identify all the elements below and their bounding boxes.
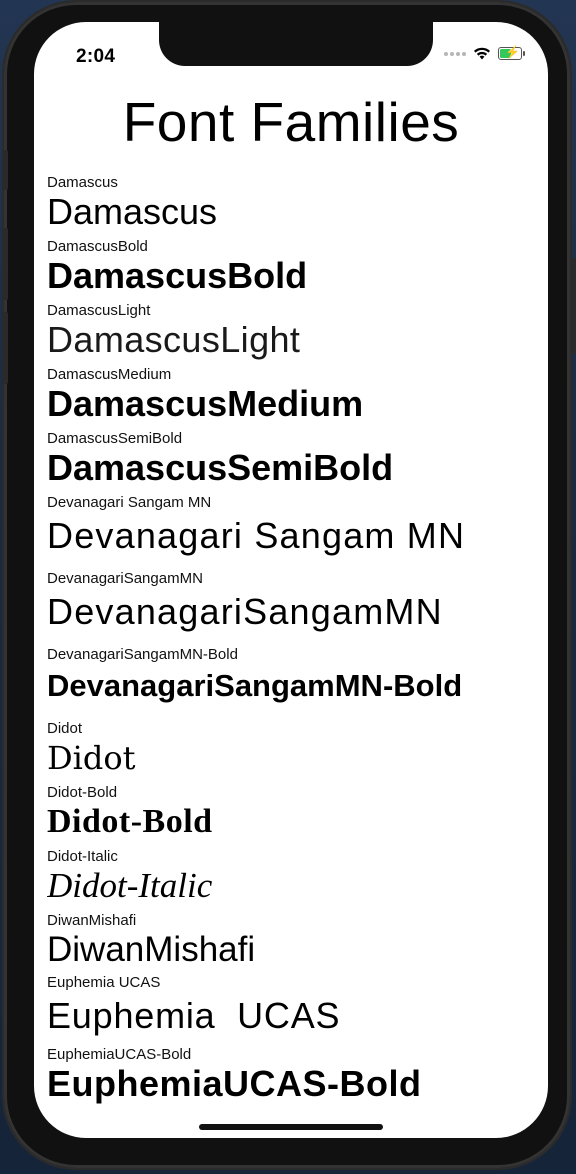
charging-icon: ⚡ (505, 45, 520, 59)
app-screen: 2:04 ⚡ Font Families Damascus Damascus D… (34, 22, 548, 1138)
notch (159, 22, 433, 66)
list-item: Didot Didot (47, 720, 547, 784)
font-name-label: DamascusMedium (47, 366, 172, 383)
font-name-label: Didot-Italic (47, 848, 118, 865)
silent-switch (2, 150, 8, 190)
font-sample-text: DevanagariSangamMN (47, 591, 443, 632)
list-item: Damascus Damascus (47, 174, 547, 238)
list-item: DiwanMishafi DiwanMishafi (47, 912, 547, 974)
font-sample-text: Devanagari Sangam MN (47, 515, 466, 556)
list-item: EuphemiaUCAS-Bold EuphemiaUCAS-Bold (47, 1046, 547, 1110)
list-item: Didot-Italic Didot-Italic (47, 848, 547, 912)
font-name-label: DevanagariSangamMN (47, 570, 203, 587)
list-item: DevanagariSangamMN-Bold DevanagariSangam… (47, 646, 547, 720)
font-family-list[interactable]: Damascus Damascus DamascusBold DamascusB… (47, 174, 547, 1112)
font-sample-text: DevanagariSangamMN-Bold (47, 668, 463, 703)
font-sample-text: DamascusBold (47, 255, 308, 296)
list-item: Euphemia UCAS Euphemia UCAS (47, 974, 547, 1046)
font-name-label: Euphemia UCAS (47, 974, 161, 991)
font-sample-text: DamascusSemiBold (47, 447, 394, 488)
font-name-label: DiwanMishafi (47, 912, 137, 929)
battery-icon: ⚡ (498, 45, 525, 60)
list-item: DamascusLight DamascusLight (47, 302, 547, 366)
status-time: 2:04 (76, 46, 116, 67)
font-sample-text: Didot-Italic (47, 866, 213, 905)
font-sample-text: EuphemiaUCAS-Bold (47, 1063, 422, 1104)
list-item: Didot-Bold Didot-Bold (47, 784, 547, 848)
font-sample-text: DamascusLight (47, 319, 301, 360)
font-sample-text: Didot (47, 739, 136, 777)
wifi-icon (474, 47, 490, 60)
font-sample-text: Didot-Bold (47, 803, 213, 840)
volume-up-button (2, 228, 8, 300)
font-sample-text: DamascusMedium (47, 383, 364, 424)
signal-icon (444, 51, 466, 56)
font-name-label: Damascus (47, 174, 118, 191)
font-sample-text: Euphemia UCAS (47, 995, 341, 1036)
font-name-label: DamascusBold (47, 238, 148, 255)
list-item: DamascusSemiBold DamascusSemiBold (47, 430, 547, 494)
font-sample-text: Damascus (47, 191, 218, 232)
power-button (570, 258, 576, 354)
status-indicators: ⚡ (444, 45, 525, 60)
font-name-label: Didot (47, 720, 83, 737)
font-name-label: DamascusSemiBold (47, 430, 183, 447)
font-name-label: EuphemiaUCAS-Bold (47, 1046, 192, 1063)
list-item: DamascusBold DamascusBold (47, 238, 547, 302)
font-name-label: DamascusLight (47, 302, 151, 319)
page-title: Font Families (122, 91, 460, 153)
font-name-label: DevanagariSangamMN-Bold (47, 646, 238, 663)
font-name-label: Devanagari Sangam MN (47, 494, 212, 511)
font-sample-text: DiwanMishafi (47, 930, 256, 969)
font-name-label: Didot-Bold (47, 784, 118, 801)
list-item: Devanagari Sangam MN Devanagari Sangam M… (47, 494, 547, 570)
volume-down-button (2, 312, 8, 384)
list-item: DevanagariSangamMN DevanagariSangamMN (47, 570, 547, 646)
home-indicator[interactable] (199, 1124, 383, 1130)
list-item: DamascusMedium DamascusMedium (47, 366, 547, 430)
